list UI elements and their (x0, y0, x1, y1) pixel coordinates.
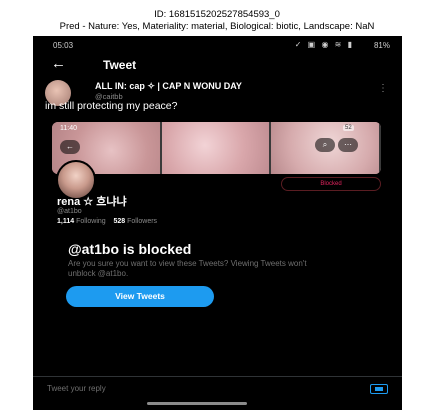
battery-level: 81% (373, 41, 390, 50)
blocked-title: @at1bo is blocked (68, 241, 192, 257)
author-name[interactable]: ALL IN: cap ✧ | CAP N WONU DAY (95, 81, 242, 92)
prediction-caption: Pred - Nature: Yes, Materiality: materia… (59, 21, 375, 32)
image-id-caption: ID: 1681515202527854593_0 (154, 9, 280, 20)
reply-input[interactable]: Tweet your reply (47, 384, 106, 393)
followers-label: Followers (127, 218, 158, 225)
back-arrow-icon: ← (60, 140, 80, 154)
reply-divider (33, 376, 402, 377)
profile-name: rena ☆ 흐냐냐 (57, 196, 127, 208)
blocked-description: Are you sure you want to view these Twee… (68, 259, 307, 278)
view-tweets-button[interactable]: View Tweets (66, 286, 214, 307)
more-options-icon: ⋯ (338, 138, 358, 152)
followers-count: 528 (113, 218, 126, 225)
status-icons: ✓ ▣ ◉ ≋ ▮ (294, 40, 354, 49)
banner-battery-icon: 52 (343, 125, 354, 131)
phone-screen: 05:03 ✓ ▣ ◉ ≋ ▮ 81% ← Tweet ALL IN: cap … (33, 36, 402, 410)
home-indicator[interactable] (147, 402, 247, 405)
image-attach-icon[interactable] (370, 384, 388, 394)
profile-handle: @at1bo (57, 208, 82, 215)
page-title: Tweet (103, 58, 137, 72)
back-arrow-icon[interactable]: ← (51, 55, 66, 72)
more-options-icon[interactable]: ⋮ (378, 83, 388, 94)
banner-time: 11:40 (60, 125, 77, 132)
follow-stats: 1,114 Following 528 Followers (57, 218, 157, 225)
following-count: 1,114 (57, 218, 75, 225)
status-time: 05:03 (53, 41, 74, 50)
blocked-button[interactable]: Blocked (281, 177, 381, 191)
status-bar: 05:03 ✓ ▣ ◉ ≋ ▮ 81% (33, 36, 402, 54)
top-bar: ← Tweet (33, 54, 402, 76)
banner-panel (161, 122, 272, 174)
search-icon: ⌕ (315, 138, 335, 152)
tweet-text: im still protecting my peace? (45, 100, 178, 112)
following-label: Following (76, 218, 106, 225)
